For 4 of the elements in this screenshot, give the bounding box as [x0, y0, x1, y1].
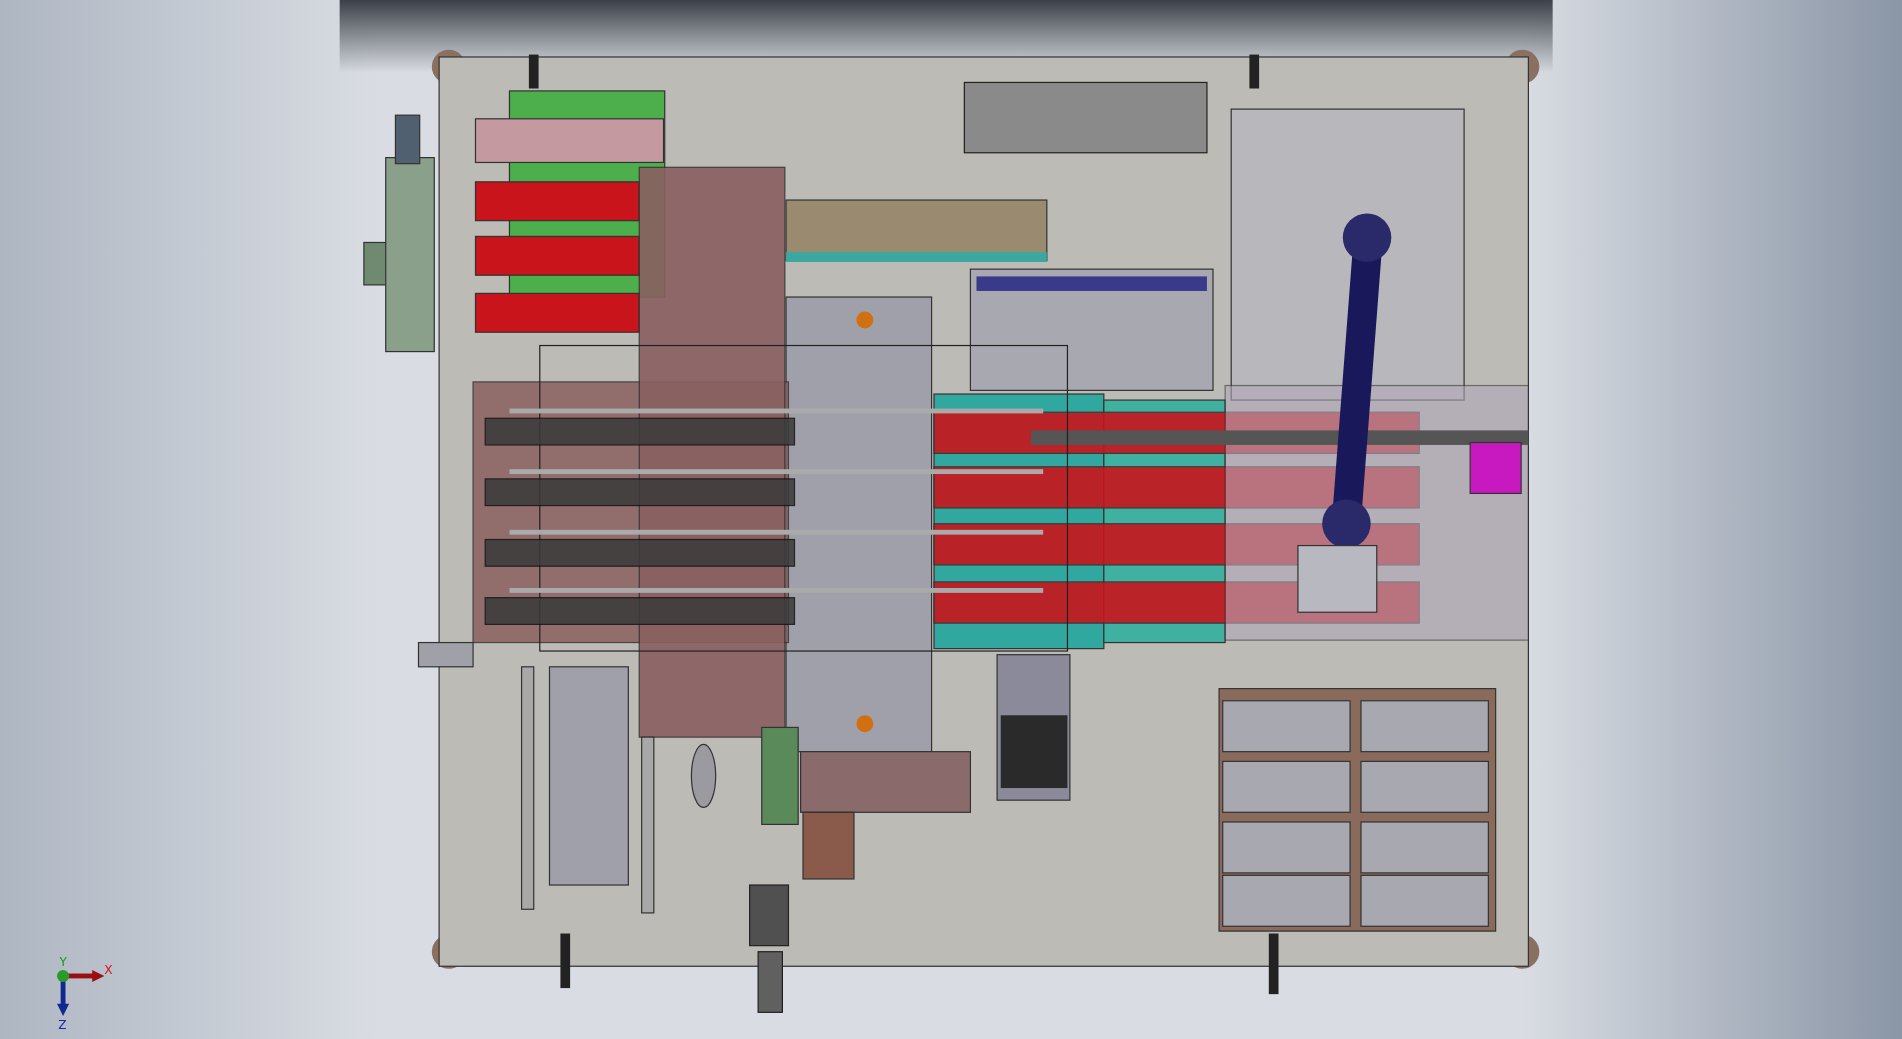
axis-triad-icon — [57, 969, 105, 1016]
y-axis-label: Y — [59, 955, 67, 970]
x-axis-label: X — [104, 962, 113, 977]
z-axis-label: Z — [58, 1018, 67, 1033]
